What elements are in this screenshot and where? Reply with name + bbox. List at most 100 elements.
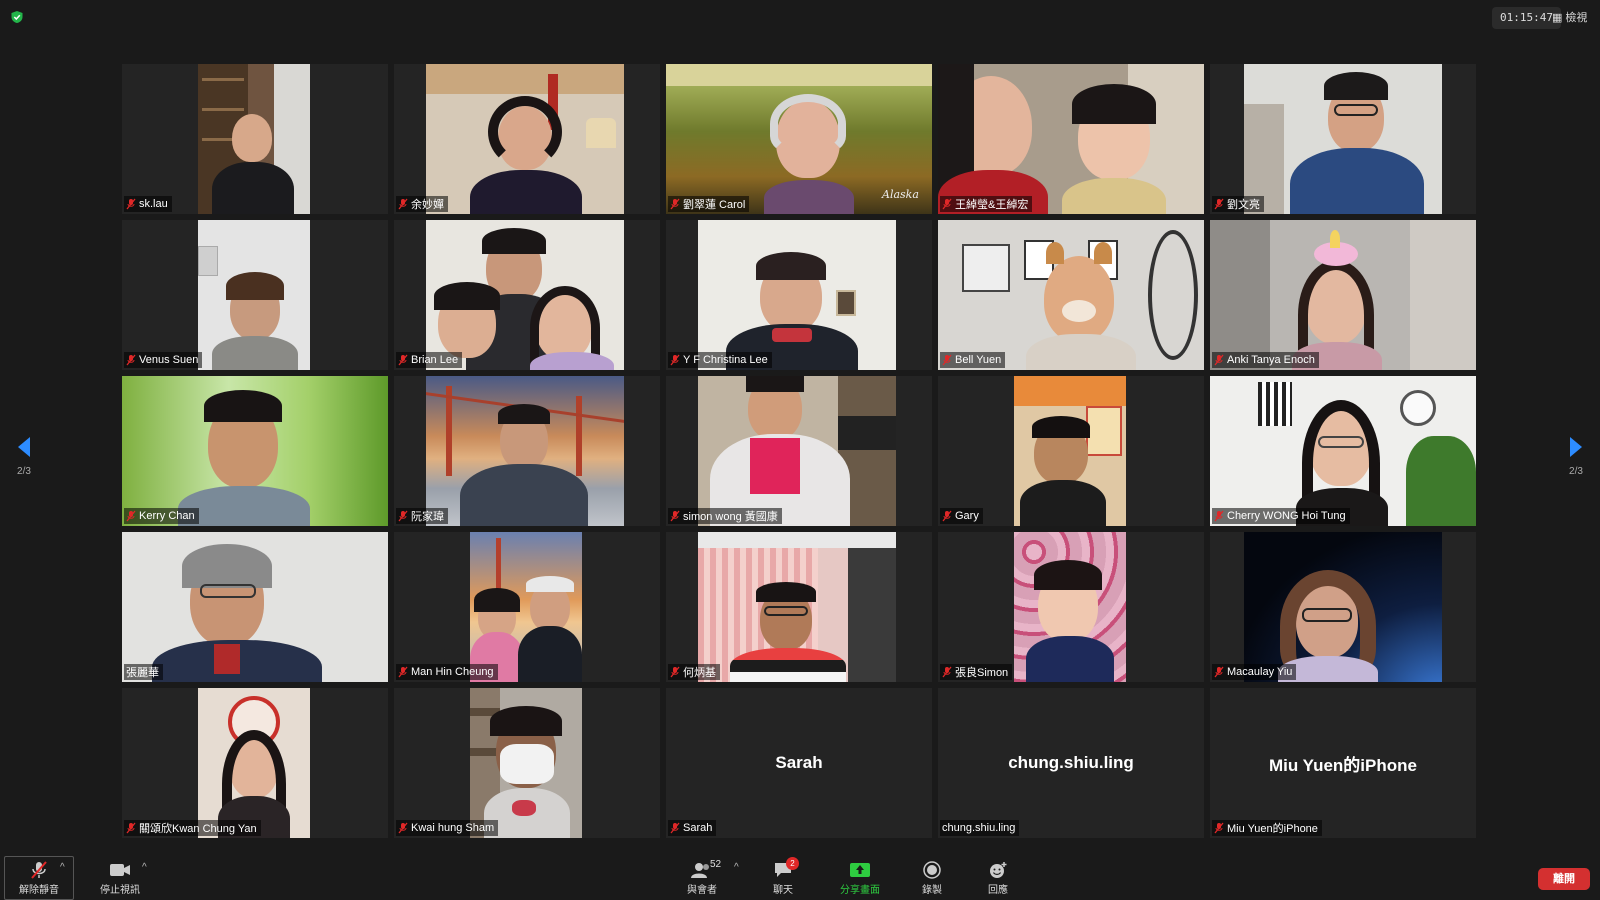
participant-tile[interactable]: 阮家瑋 (394, 376, 660, 526)
participant-video (470, 532, 582, 682)
participant-name: 余妙嬋 (411, 199, 444, 211)
view-button[interactable]: ▦ 檢視 (1552, 8, 1587, 28)
participants-button[interactable]: 52 與會者 (672, 856, 732, 900)
share-screen-icon (848, 860, 872, 880)
participant-nameplate: sk.lau (124, 196, 172, 212)
participant-tile[interactable]: Miu Yuen的iPhone Miu Yuen的iPhone (1210, 688, 1476, 838)
participant-nameplate: Venus Suen (124, 352, 203, 368)
participant-nameplate: 余妙嬋 (396, 196, 448, 212)
mic-off-icon (670, 198, 680, 210)
top-bar: 01:15:47 ▦ 檢視 (0, 0, 1600, 34)
participant-tile[interactable]: 張麗華 (122, 532, 388, 682)
audio-options-caret-icon[interactable]: ^ (60, 862, 65, 873)
mic-off-icon (398, 198, 408, 210)
participant-name: 劉文亮 (1227, 199, 1260, 211)
participant-name: Sarah (683, 822, 713, 834)
video-options-caret-icon[interactable]: ^ (142, 862, 147, 873)
share-screen-button[interactable]: 分享畫面 (832, 856, 888, 900)
participant-tile[interactable]: 關頌欣Kwan Chung Yan (122, 688, 388, 838)
participant-center-name: Miu Yuen的iPhone (1269, 755, 1417, 775)
participants-options-caret-icon[interactable]: ^ (734, 862, 739, 873)
participant-tile[interactable]: Y F Christina Lee (666, 220, 932, 370)
participant-nameplate: Y F Christina Lee (668, 352, 772, 368)
chat-unread-badge: 2 (786, 857, 799, 870)
participant-tile[interactable]: Gary (938, 376, 1204, 526)
participant-tile[interactable]: Sarah Sarah (666, 688, 932, 838)
participant-tile[interactable]: Cherry WONG Hoi Tung (1210, 376, 1476, 526)
participant-tile[interactable]: Brian Lee (394, 220, 660, 370)
participant-tile[interactable]: Kwai hung Sham (394, 688, 660, 838)
participant-tile[interactable]: simon wong 黃國康 (666, 376, 932, 526)
mic-off-icon (942, 198, 952, 210)
participant-video (1210, 220, 1476, 370)
mic-off-icon (942, 510, 952, 522)
participant-video (1210, 376, 1476, 526)
reactions-button[interactable]: 回應 (974, 856, 1022, 900)
participant-tile[interactable]: 余妙嬋 (394, 64, 660, 214)
next-page-button[interactable]: 2/3 (1556, 436, 1596, 477)
view-label: 檢視 (1565, 12, 1588, 24)
participant-tile[interactable]: Kerry Chan (122, 376, 388, 526)
participant-video (698, 376, 896, 526)
participant-nameplate: 張良Simon (940, 664, 1013, 680)
participants-icon: 52 (690, 859, 721, 880)
security-shield-icon[interactable] (10, 10, 24, 24)
participant-center-name: Sarah (775, 753, 823, 772)
participant-video (698, 532, 896, 682)
participant-nameplate: Cherry WONG Hoi Tung (1212, 508, 1350, 524)
mic-muted-icon (27, 860, 51, 880)
mic-off-icon (1214, 198, 1224, 210)
participant-video (122, 532, 388, 682)
participant-video (1244, 64, 1442, 214)
participant-video (1244, 532, 1442, 682)
participant-video (198, 688, 310, 838)
previous-page-button[interactable]: 2/3 (4, 436, 44, 477)
participant-nameplate: 劉翠蓮 Carol (668, 196, 750, 212)
participant-tile[interactable]: chung.shiu.ling chung.shiu.ling (938, 688, 1204, 838)
participant-nameplate: Kwai hung Sham (396, 820, 499, 836)
participant-name: 何炳基 (683, 667, 716, 679)
grid-view-icon: ▦ (1552, 12, 1563, 24)
mic-off-icon (126, 198, 136, 210)
participant-name: 王綽瑩&王綽宏 (955, 199, 1029, 211)
participant-tile[interactable]: 張良Simon (938, 532, 1204, 682)
participant-video (938, 220, 1204, 370)
participant-nameplate: Kerry Chan (124, 508, 199, 524)
participant-video (426, 64, 624, 214)
participant-video: Alaska (666, 64, 932, 214)
participant-video (426, 376, 624, 526)
participant-tile[interactable]: 劉文亮 (1210, 64, 1476, 214)
participant-tile[interactable]: sk.lau (122, 64, 388, 214)
mic-off-icon (670, 822, 680, 834)
participant-tile[interactable]: Man Hin Cheung (394, 532, 660, 682)
leave-meeting-button[interactable]: 離開 (1538, 868, 1590, 890)
mic-off-icon (670, 666, 680, 678)
mic-off-icon (670, 354, 680, 366)
gallery-grid: sk.lau 余妙嬋 Alaska 劉翠蓮 Carol 王綽瑩&王綽宏 劉文亮 … (122, 64, 1478, 838)
participant-tile[interactable]: Bell Yuen (938, 220, 1204, 370)
participant-name: Macaulay Yiu (1227, 666, 1293, 678)
participant-tile[interactable]: Alaska 劉翠蓮 Carol (666, 64, 932, 214)
mic-off-icon (398, 354, 408, 366)
participants-label: 與會者 (687, 885, 717, 896)
participant-video (1014, 376, 1126, 526)
stop-video-button[interactable]: 停止視訊 (90, 856, 150, 900)
mic-off-icon (126, 822, 136, 834)
arrow-right-icon (1570, 437, 1582, 457)
participant-nameplate: Miu Yuen的iPhone (1212, 820, 1322, 836)
smiley-plus-icon (986, 860, 1010, 880)
participant-name: 關頌欣Kwan Chung Yan (139, 823, 257, 835)
video-camera-icon (108, 860, 132, 880)
participant-tile[interactable]: Venus Suen (122, 220, 388, 370)
participant-nameplate: Man Hin Cheung (396, 664, 498, 680)
chat-button[interactable]: 2 聊天 (758, 856, 808, 900)
participant-tile[interactable]: 王綽瑩&王綽宏 (938, 64, 1204, 214)
participant-video (198, 64, 310, 214)
participant-name: Cherry WONG Hoi Tung (1227, 510, 1346, 522)
arrow-left-icon (18, 437, 30, 457)
record-label: 錄製 (922, 885, 942, 896)
participant-tile[interactable]: 何炳基 (666, 532, 932, 682)
participant-tile[interactable]: Macaulay Yiu (1210, 532, 1476, 682)
record-button[interactable]: 錄製 (908, 856, 956, 900)
participant-tile[interactable]: Anki Tanya Enoch (1210, 220, 1476, 370)
